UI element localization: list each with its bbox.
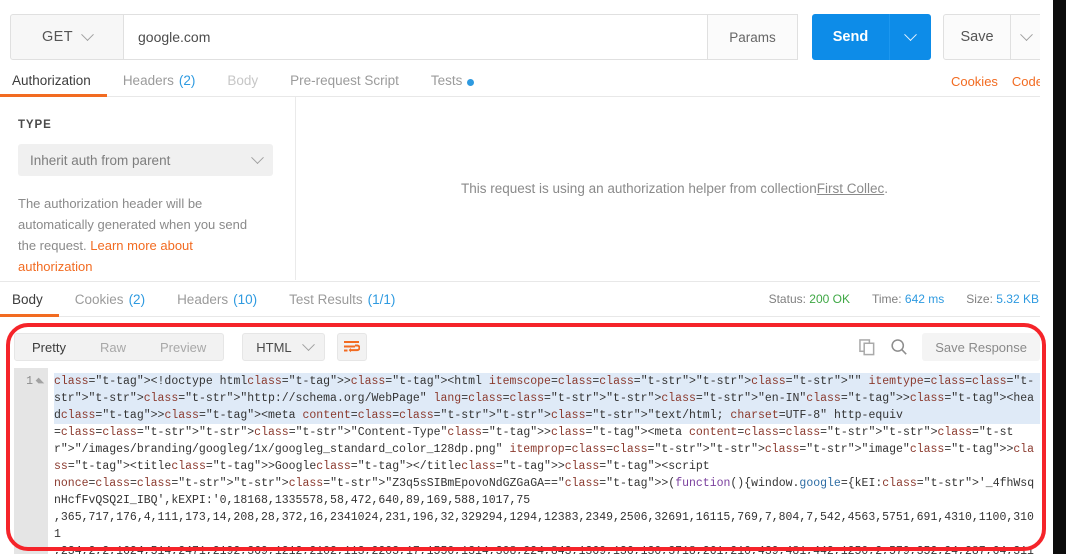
tab-count: (10) [233,292,258,307]
http-method-selector[interactable]: GET [10,14,124,60]
response-meta: Status: 200 OK Time: 642 ms Size: 5.32 K… [769,292,1039,306]
time-label: Time: [872,292,902,306]
url-value: google.com [138,29,211,45]
tab-label: Authorization [12,73,91,88]
tab-tests[interactable]: Tests [415,67,491,96]
copy-icon[interactable] [859,338,876,356]
gutter-row: 1 [14,373,48,390]
send-group: Send [812,14,931,60]
auth-helper-prefix: This request is using an authorization h… [461,181,817,196]
tab-count: (2) [178,73,196,88]
code-line: nonce=class=class="t-str">"t-str">class=… [54,477,1035,507]
chevron-down-icon [301,337,315,351]
tab-label: Test Results [289,292,363,307]
request-tabs: Authorization Headers (2) Body Pre-reque… [0,67,1053,97]
params-button[interactable]: Params [708,14,798,60]
view-mode-switcher: Pretty Raw Preview [14,333,225,361]
format-value: HTML [256,339,292,355]
tab-authorization[interactable]: Authorization [0,67,107,97]
tab-count: (2) [128,292,146,307]
format-select[interactable]: HTML [242,333,325,361]
response-body-toolbar: Pretty Raw Preview HTML Save Response [14,329,1040,365]
line-number: 1 [26,375,33,388]
right-white-gap [1040,0,1053,554]
url-input[interactable]: google.com [124,14,708,60]
save-options-button[interactable] [1011,14,1043,60]
response-tab-test-results[interactable]: Test Results (1/1) [273,282,411,316]
code-gutter: 1 [14,368,48,554]
code-line: =class=class="t-str">"t-str">class="t-st… [54,426,1035,473]
tab-label: Cookies [74,292,124,307]
url-bar: GET google.com Params Send Save [10,14,1043,60]
http-method-label: GET [41,29,73,45]
status-value: 200 OK [809,292,850,306]
save-response-button[interactable]: Save Response [922,333,1040,361]
size-label: Size: [966,292,993,306]
word-wrap-toggle[interactable] [336,333,367,361]
time-group: Time: 642 ms [872,292,944,306]
auth-type-label: TYPE [18,119,52,131]
tab-label: Headers [177,292,229,307]
auth-helper-message: This request is using an authorization h… [296,97,1053,280]
auth-type-value: Inherit auth from parent [30,152,171,168]
tab-pre-request-script[interactable]: Pre-request Script [274,67,415,96]
send-options-button[interactable] [889,14,931,60]
save-group: Save [943,14,1043,60]
tab-headers[interactable]: Headers (2) [107,67,212,96]
body-toolbar-actions: Save Response [859,333,1040,361]
word-wrap-icon [344,341,361,353]
code-line: class="t-tag"><!doctype htmlclass="t-tag… [54,373,1040,424]
response-tab-headers[interactable]: Headers (10) [161,282,273,316]
code-content[interactable]: class="t-tag"><!doctype htmlclass="t-tag… [48,368,1040,554]
auth-helper-collection[interactable]: First Collec [817,181,885,196]
tab-label: Tests [430,73,463,88]
tab-body[interactable]: Body [211,67,274,96]
authorization-panel: TYPE Inherit auth from parent The author… [0,97,1053,280]
save-button[interactable]: Save [943,14,1011,60]
size-group: Size: 5.32 KB [966,292,1039,306]
fold-triangle-icon[interactable] [35,377,45,386]
tab-label: Pre-request Script [290,73,399,88]
auth-helper-suffix: . [884,181,888,196]
size-value: 5.32 KB [996,292,1039,306]
time-value: 642 ms [904,292,945,306]
chevron-down-icon [1020,27,1033,41]
auth-description: The authorization header will be automat… [18,193,263,277]
status-group: Status: 200 OK [769,292,850,306]
search-icon[interactable] [890,338,908,356]
tab-label: Body [12,292,43,307]
code-line: ,365,717,176,4,111,173,14,208,28,372,16,… [54,511,1034,541]
view-mode-raw[interactable]: Raw [83,334,143,360]
tab-label: Body [227,73,259,88]
status-label: Status: [768,292,806,306]
send-button[interactable]: Send [812,14,889,60]
response-tab-cookies[interactable]: Cookies (2) [59,282,161,316]
view-mode-preview[interactable]: Preview [143,334,223,360]
tab-label: Headers [122,73,174,88]
chevron-down-icon [904,27,917,41]
view-mode-pretty[interactable]: Pretty [15,334,83,360]
tab-count: (1/1) [367,292,396,307]
request-tabs-right-links: Cookies Code [951,74,1053,89]
code-line: ,234,2,2,1624,514,2471,2192,369,1212,210… [54,545,1034,554]
auth-type-select[interactable]: Inherit auth from parent [18,144,273,176]
response-tab-body[interactable]: Body [0,282,59,317]
auth-settings-column: TYPE Inherit auth from parent The author… [0,97,296,280]
cookies-link[interactable]: Cookies [951,74,998,89]
chevron-down-icon [81,27,94,41]
window-right-edge [1053,0,1066,554]
chevron-down-icon [251,150,264,164]
response-body-code-view[interactable]: 1 class="t-tag"><!doctype htmlclass="t-t… [14,368,1040,554]
tests-indicator-dot [467,79,475,86]
postman-request-window: GET google.com Params Send Save Authoriz… [0,0,1066,554]
response-tabs: Body Cookies (2) Headers (10) Test Resul… [0,281,1053,317]
code-link[interactable]: Code [1012,74,1043,89]
